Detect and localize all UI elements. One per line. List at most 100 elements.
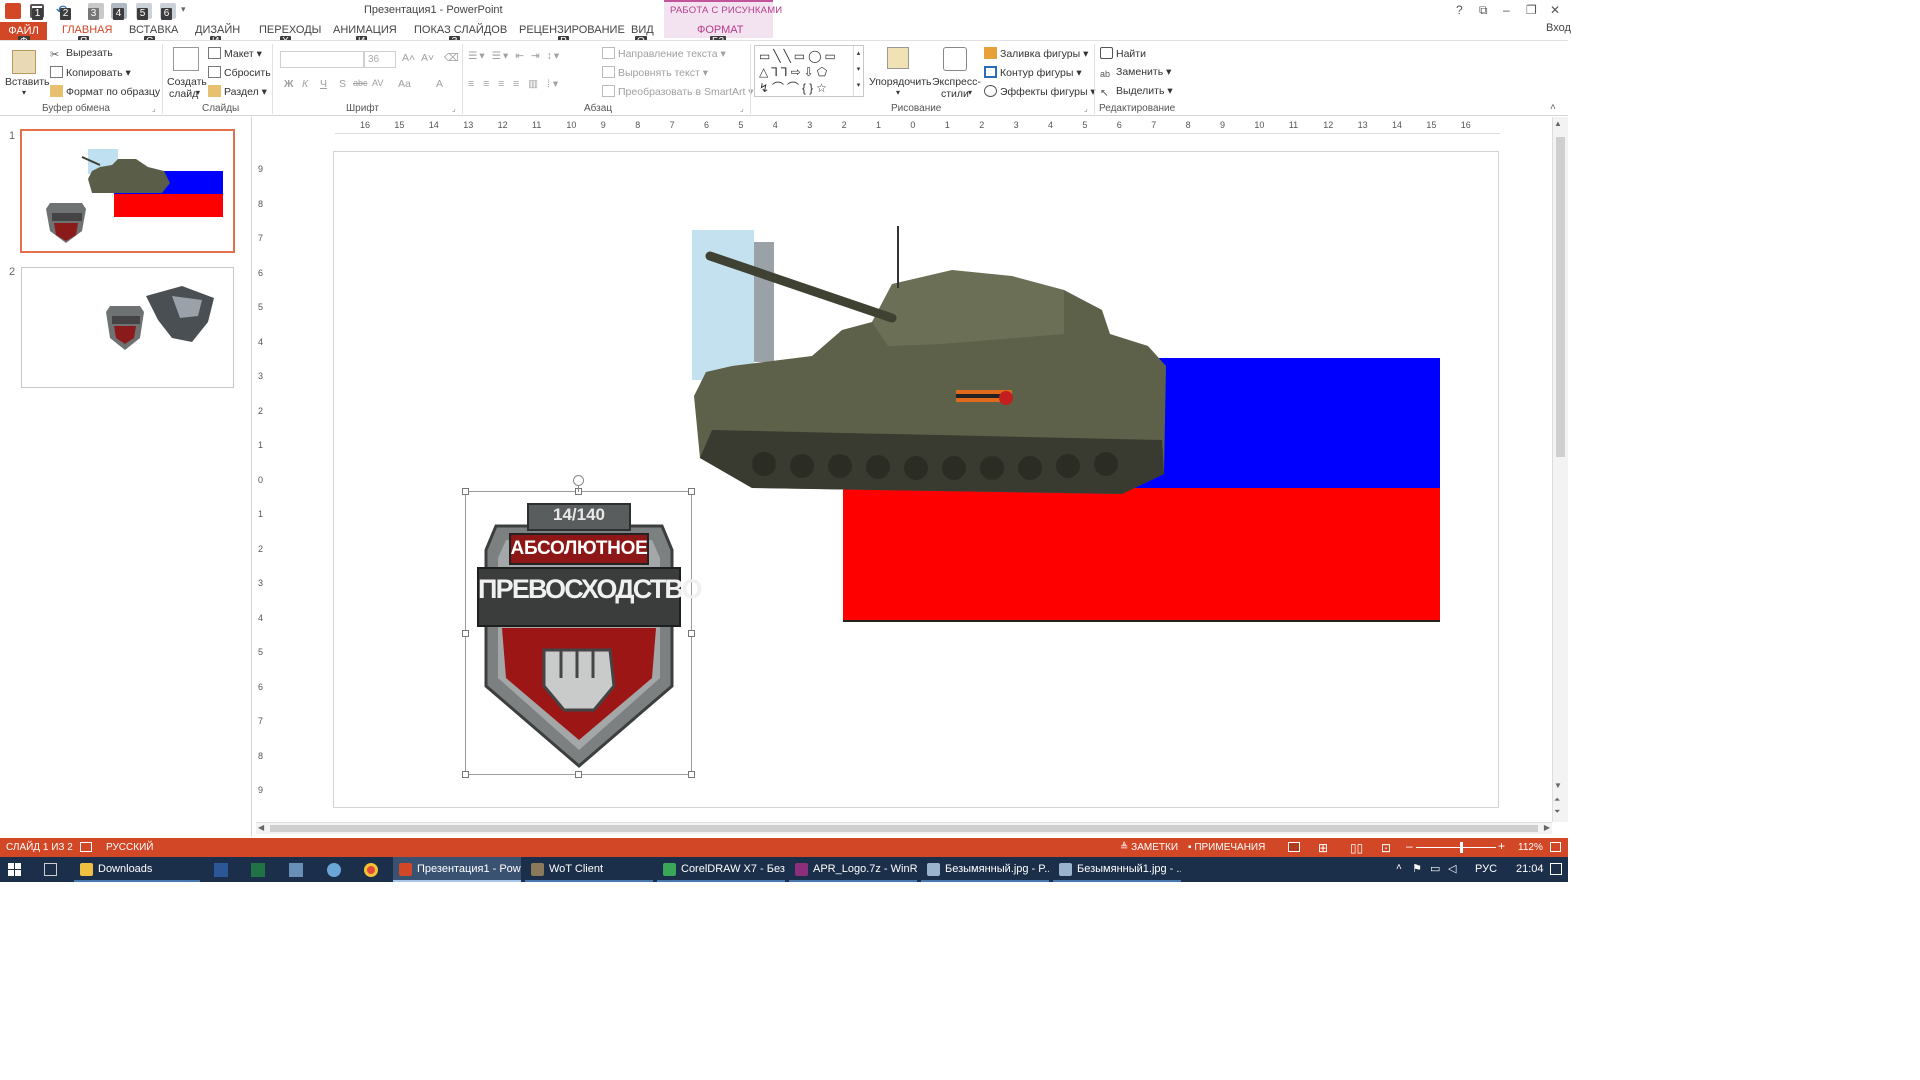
shadow-button[interactable]: S [339, 78, 346, 90]
quick-styles-button[interactable]: Экспресс- [932, 76, 981, 88]
align-icons[interactable]: ≡ ≡ ≡ ≡ ▥ ⁞▾ [468, 78, 561, 90]
taskbar-item-image2[interactable]: Безымянный1.jpg - ... [1053, 857, 1181, 882]
scroll-down-icon[interactable]: ▼ [1554, 781, 1562, 790]
horizontal-ruler[interactable]: 16 15 14 13 12 11 10 9 8 7 6 5 4 3 2 1 0 1 2 3 4 5 6 7 8 9 10 11 12 1… [335, 118, 1500, 134]
clipboard-launcher-icon[interactable]: ⌟ [152, 104, 156, 113]
drawing-launcher-icon[interactable]: ⌟ [1084, 104, 1088, 113]
cut-button[interactable]: ✂ Вырезать [50, 47, 113, 61]
paste-icon[interactable] [12, 50, 36, 74]
slide-canvas[interactable]: 14/140 АБСОЛЮТНОЕ ПРЕВОСХОДСТВО [333, 151, 1499, 808]
input-language[interactable]: РУС [1475, 863, 1497, 875]
font-size-combo[interactable]: 36 [364, 51, 396, 68]
arrange-dropdown-icon[interactable]: ▾ [896, 88, 900, 97]
taskbar-item-winrar[interactable]: APR_Logo.7z - WinR... [789, 857, 917, 882]
quick-styles-icon[interactable] [943, 47, 967, 71]
resize-handle[interactable] [688, 630, 695, 637]
taskbar-item-powerpoint[interactable]: Презентация1 - Pow... [393, 857, 521, 882]
media-player-icon[interactable] [289, 863, 303, 877]
font-color-button[interactable]: A [436, 78, 443, 90]
volume-icon[interactable]: ◁ [1448, 862, 1462, 876]
section-button[interactable]: Раздел ▾ [208, 85, 267, 98]
zoom-out-icon[interactable]: – [1406, 839, 1413, 853]
taskbar-item-downloads[interactable]: Downloads [74, 857, 200, 882]
underline-button[interactable]: Ч [320, 78, 327, 90]
resize-handle[interactable] [688, 771, 695, 778]
tab-design[interactable]: ДИЗАЙН [195, 24, 240, 36]
tab-home[interactable]: ГЛАВНАЯ [62, 24, 112, 36]
tab-animations[interactable]: АНИМАЦИЯ [333, 24, 397, 36]
zoom-slider-thumb[interactable] [1459, 842, 1463, 853]
scroll-left-icon[interactable]: ◀ [258, 823, 264, 832]
clock[interactable]: 21:04 [1516, 863, 1544, 875]
shape-fill-button[interactable]: Заливка фигуры ▾ [984, 47, 1088, 60]
comments-button[interactable]: ▪ ПРИМЕЧАНИЯ [1188, 842, 1265, 853]
quick-styles-button-line2[interactable]: стили [941, 88, 969, 100]
browser-icon[interactable] [327, 863, 341, 877]
start-button-icon[interactable] [8, 863, 21, 876]
find-button[interactable]: Найти [1100, 47, 1146, 60]
slide-thumbnail-1[interactable] [20, 129, 235, 253]
customize-qat-icon[interactable]: ▾ [181, 4, 186, 15]
font-name-combo[interactable] [280, 51, 364, 68]
shapes-gallery[interactable]: ▭╲╲▭◯▭ △⅂⅂⇨⇩⬠ ↯⌒⌒{}☆ ▴ ▾ ▾ [754, 45, 864, 97]
slide-sorter-icon[interactable]: ⊞ [1318, 841, 1328, 855]
shrink-font-icon[interactable]: A˅ [421, 52, 434, 64]
zoom-in-icon[interactable]: + [1498, 839, 1505, 853]
rotate-handle-icon[interactable] [573, 475, 584, 486]
network-icon[interactable]: ▭ [1430, 862, 1444, 876]
ribbon-display-options-button[interactable]: ⧉ [1479, 3, 1488, 18]
paste-button[interactable]: Вставить [5, 76, 50, 88]
normal-view-icon[interactable] [1288, 842, 1300, 852]
resize-handle[interactable] [688, 488, 695, 495]
bold-button[interactable]: Ж [284, 78, 294, 90]
taskbar-item-image1[interactable]: Безымянный.jpg - P... [921, 857, 1049, 882]
tank-image[interactable] [692, 226, 1170, 508]
paragraph-launcher-icon[interactable]: ⌟ [740, 104, 744, 113]
chrome-icon[interactable] [364, 863, 378, 877]
tab-slideshow[interactable]: ПОКАЗ СЛАЙДОВ [414, 24, 507, 36]
grow-font-icon[interactable]: A˄ [402, 52, 415, 64]
strikethrough-button[interactable]: abc [353, 78, 368, 88]
notes-button[interactable]: ≜ ЗАМЕТКИ [1120, 842, 1178, 853]
minimize-button[interactable]: – [1503, 3, 1510, 17]
new-slide-dropdown-icon[interactable]: ▾ [196, 88, 200, 97]
vertical-ruler[interactable]: 9 8 7 6 5 4 3 2 1 0 1 2 3 4 5 6 7 8 9 [255, 150, 271, 810]
text-direction-button[interactable]: Направление текста ▾ [602, 47, 726, 60]
resize-handle[interactable] [462, 630, 469, 637]
format-painter-button[interactable]: Формат по образцу [50, 85, 160, 98]
shape-effects-button[interactable]: Эффекты фигуры ▾ [984, 85, 1096, 98]
change-case-button[interactable]: Aa [398, 78, 411, 90]
zoom-level[interactable]: 112% [1518, 842, 1543, 853]
horizontal-scrollbar[interactable]: ◀ ▶ [256, 822, 1552, 834]
spelling-icon[interactable] [80, 842, 92, 852]
new-slide-button-line2[interactable]: слайд [169, 88, 198, 100]
shapes-gallery-scroll[interactable]: ▴ ▾ ▾ [853, 46, 863, 96]
sign-in-link[interactable]: Вход [1546, 22, 1571, 34]
tab-insert[interactable]: ВСТАВКА [129, 24, 178, 36]
slide-counter[interactable]: СЛАЙД 1 ИЗ 2 [6, 842, 73, 853]
flag-icon[interactable]: ⚑ [1412, 862, 1426, 876]
task-view-icon[interactable] [44, 863, 57, 876]
smartart-button[interactable]: Преобразовать в SmartArt ▾ [602, 85, 754, 98]
arrange-icon[interactable] [887, 47, 909, 69]
layout-button[interactable]: Макет ▾ [208, 47, 262, 60]
shape-outline-button[interactable]: Контур фигуры ▾ [984, 66, 1082, 79]
tab-view[interactable]: ВИД [631, 24, 654, 36]
arrange-button[interactable]: Упорядочить [869, 76, 931, 88]
language-indicator[interactable]: РУССКИЙ [106, 842, 153, 853]
bullets-icon[interactable]: ☰▾ ☰▾ ⇤ ⇥ ↕▾ [468, 50, 561, 62]
replace-button[interactable]: ab Заменить ▾ [1100, 66, 1171, 81]
align-text-button[interactable]: Выровнять текст ▾ [602, 66, 708, 79]
vertical-scroll-thumb[interactable] [1556, 137, 1565, 457]
vertical-scrollbar[interactable]: ▲ ▼ ⏶ ⏷ [1552, 117, 1568, 822]
restore-button[interactable]: ❐ [1526, 3, 1537, 17]
collapse-ribbon-icon[interactable]: ˄ [1550, 102, 1556, 113]
resize-handle[interactable] [462, 488, 469, 495]
horizontal-scroll-thumb[interactable] [270, 825, 1538, 832]
slide-thumbnail-2[interactable] [21, 267, 234, 388]
notifications-icon[interactable] [1550, 863, 1562, 875]
new-slide-icon[interactable] [173, 47, 199, 71]
badge-image-selection[interactable]: 14/140 АБСОЛЮТНОЕ ПРЕВОСХОДСТВО [462, 475, 702, 778]
excel-icon[interactable] [251, 863, 265, 877]
resize-handle[interactable] [575, 771, 582, 778]
